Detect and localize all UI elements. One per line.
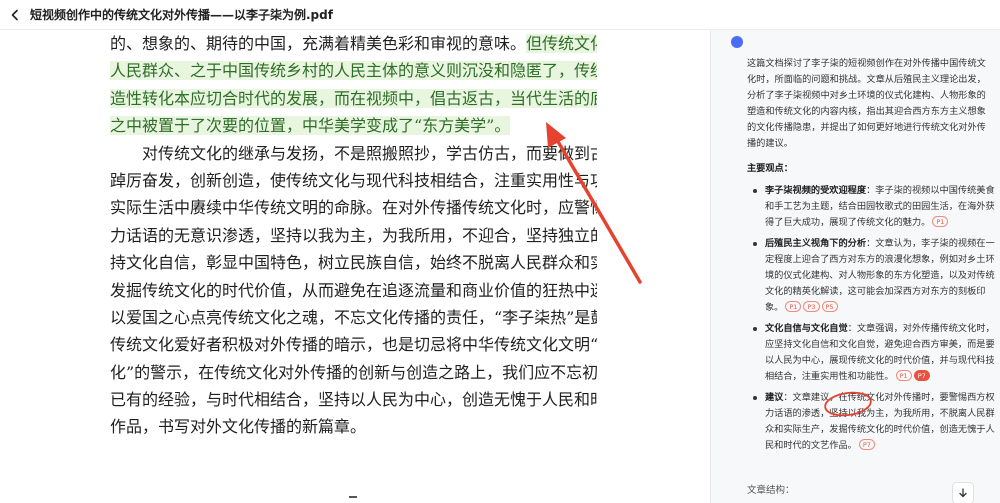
document-line: 已有的经验，与时代相结合，坚持以人民为中心，创造无愧于人民和时代的文艺: [110, 386, 597, 413]
line-text: 持文化自信，彰显中国特色，树立民族自信，始终不脱离人民群众和实际生产，: [110, 253, 597, 273]
page-references: P7: [857, 439, 875, 451]
document-line: 作品，书写对外文化传播的新篇章。: [110, 413, 597, 440]
document-line: 人民群众、之于中国传统乡村的人民主体的意义则沉没和隐匿了，传统文化的创: [110, 57, 597, 84]
document-line: 持文化自信，彰显中国特色，树立民族自信，始终不脱离人民群众和实际生产，: [110, 249, 597, 276]
point-title: 李子柒视频的受欢迎程度: [765, 185, 867, 196]
point-title: 建议: [765, 392, 784, 403]
bullet-icon: [753, 242, 757, 246]
page-references: P1 P3 P5: [783, 301, 838, 313]
document-page-text: 的、想象的、期待的中国，充满着精美色彩和审视的意味。但传统文化之于普通人民群众、…: [110, 30, 597, 441]
page-references: P1 P7: [894, 370, 930, 382]
document-viewer[interactable]: 的、想象的、期待的中国，充满着精美色彩和审视的意味。但传统文化之于普通人民群众、…: [0, 30, 710, 503]
document-line: 对传统文化的继承与发扬，不是照搬照抄，学古仿古，而要做到古为今用，: [110, 140, 597, 167]
main-point-item: 建议：文章建议，在传统文化对外传播时，要警惕西方权力话语的渗透，坚持以我为主，为…: [747, 390, 995, 454]
arrow-down-icon: [959, 488, 967, 498]
main-point-item: 文化自信与文化自觉：文章强调，对外传播传统文化时，应坚持文化自信和文化自觉，避免…: [747, 321, 995, 385]
highlighted-text[interactable]: 之中被置于了次要的位置，中华美学变成了“东方美学”。: [110, 116, 511, 136]
bullet-icon: [753, 189, 757, 193]
top-bar: 短视频创作中的传统文化对外传播——以李子柒为例.pdf: [0, 0, 1000, 30]
line-text: 实际生活中赓续中华传统文明的命脉。在对外传播传统文化时，应警惕西方的权: [110, 198, 597, 218]
line-text: 已有的经验，与时代相结合，坚持以人民为中心，创造无愧于人民和时代的文艺: [110, 390, 597, 410]
assistant-header: [731, 36, 751, 48]
main-points-heading: 主要观点：: [747, 163, 793, 174]
line-text: 作品，书写对外文化传播的新篇章。: [110, 417, 367, 437]
summary-card: 这篇文档探讨了李子柒的短视频创作在对外传播中国传统文化时，所面临的问题和挑战。文…: [747, 56, 995, 459]
document-line: 力话语的无意识渗透，坚持以我为主，为我所用，不迎合，坚持独立的姿态，保: [110, 222, 597, 249]
page-reference-pill[interactable]: P1: [785, 301, 802, 312]
page-references: P1: [930, 216, 949, 228]
document-line: 之中被置于了次要的位置，中华美学变成了“东方美学”。: [110, 112, 597, 139]
main-point-item: 李子柒视频的受欢迎程度：李子柒的视频以中国传统美食和手工艺为主题，结合田园牧歌式…: [747, 183, 995, 231]
document-line: 发掘传统文化的时代价值，从而避免在追逐流量和商业价值的狂热中迷失方向，: [110, 277, 597, 304]
line-text: 传统文化爱好者积极对外传播的暗示，也是切忌将中华传统文化文明“自我东方: [110, 335, 597, 355]
line-text: 以爱国之心点亮传统文化之魂，不忘文化传播的责任，“李子柒热”是鼓励民间: [110, 307, 597, 327]
scroll-to-bottom-button[interactable]: [952, 482, 974, 503]
line-text: 力话语的无意识渗透，坚持以我为主，为我所用，不迎合，坚持独立的姿态，保: [110, 225, 597, 245]
page-reference-pill[interactable]: P1: [932, 216, 949, 227]
point-title: 文化自信与文化自觉: [765, 323, 848, 334]
assistant-avatar-icon: [731, 36, 743, 48]
chevron-left-icon: [11, 9, 18, 20]
line-text: 化”的警示，在传统文化对外传播的创新与创造之路上，我们应不忘初心，借鉴: [110, 362, 597, 382]
document-line: 造性转化本应切合时代的发展，而在视频中，倡古返古，当代生活的底蕴在无形: [110, 85, 597, 112]
highlighted-text[interactable]: 造性转化本应切合时代的发展，而在视频中，倡古返古，当代生活的底蕴在无形: [110, 88, 597, 108]
document-line: 踔厉奋发，创新创造，使传统文化与现代科技相结合，注重实用性与功能性，在: [110, 167, 597, 194]
line-text: 的、想象的、期待的中国，充满着精美色彩和审视的意味。: [110, 34, 527, 53]
point-body: ：文章建议，在传统文化对外传播时，要警惕西方权力话语的渗透，坚持以我为主，为我所…: [765, 392, 995, 451]
page-reference-pill[interactable]: P7: [858, 439, 875, 450]
point-title: 后殖民主义视角下的分析: [765, 238, 867, 249]
main-points-list: 李子柒视频的受欢迎程度：李子柒的视频以中国传统美食和手工艺为主题，结合田园牧歌式…: [747, 183, 995, 454]
back-button[interactable]: [0, 0, 30, 30]
page-reference-pill[interactable]: P5: [821, 301, 838, 312]
page-reference-pill[interactable]: P3: [803, 301, 820, 312]
structure-label: 文章结构：: [747, 485, 795, 496]
document-line: 化”的警示，在传统文化对外传播的创新与创造之路上，我们应不忘初心，借鉴: [110, 359, 597, 386]
ai-summary-panel: 这篇文档探讨了李子柒的短视频创作在对外传播中国传统文化时，所面临的问题和挑战。文…: [711, 30, 1000, 503]
highlighted-text[interactable]: 但传统文化之于普通: [526, 34, 597, 53]
main-point-item: 后殖民主义视角下的分析：文章认为，李子柒的视频在一定程度上迎合了西方对东方的浪漫…: [747, 236, 995, 316]
document-line: 的、想象的、期待的中国，充满着精美色彩和审视的意味。但传统文化之于普通: [110, 30, 597, 57]
document-line: 传统文化爱好者积极对外传播的暗示，也是切忌将中华传统文化文明“自我东方: [110, 331, 597, 358]
highlighted-text[interactable]: 人民群众、之于中国传统乡村的人民主体的意义则沉没和隐匿了，传统文化的创: [110, 61, 597, 81]
page-reference-pill[interactable]: P7: [913, 370, 930, 381]
document-title: 短视频创作中的传统文化对外传播——以李子柒为例.pdf: [30, 8, 333, 22]
page-reference-pill[interactable]: P1: [895, 370, 912, 381]
bullet-icon: [753, 327, 757, 331]
document-line: 实际生活中赓续中华传统文明的命脉。在对外传播传统文化时，应警惕西方的权: [110, 194, 597, 221]
line-text: 踔厉奋发，创新创造，使传统文化与现代科技相结合，注重实用性与功能性，在: [110, 170, 597, 190]
document-line: 以爱国之心点亮传统文化之魂，不忘文化传播的责任，“李子柒热”是鼓励民间: [110, 304, 597, 331]
line-text: 对传统文化的继承与发扬，不是照搬照抄，学古仿古，而要做到古为今用，: [142, 143, 597, 163]
line-text: 发掘传统文化的时代价值，从而避免在追逐流量和商业价值的狂热中迷失方向，: [110, 280, 597, 300]
summary-text: 这篇文档探讨了李子柒的短视频创作在对外传播中国传统文化时，所面临的问题和挑战。文…: [747, 58, 986, 149]
page-separator-mark: [349, 496, 357, 498]
bullet-icon: [753, 396, 757, 400]
